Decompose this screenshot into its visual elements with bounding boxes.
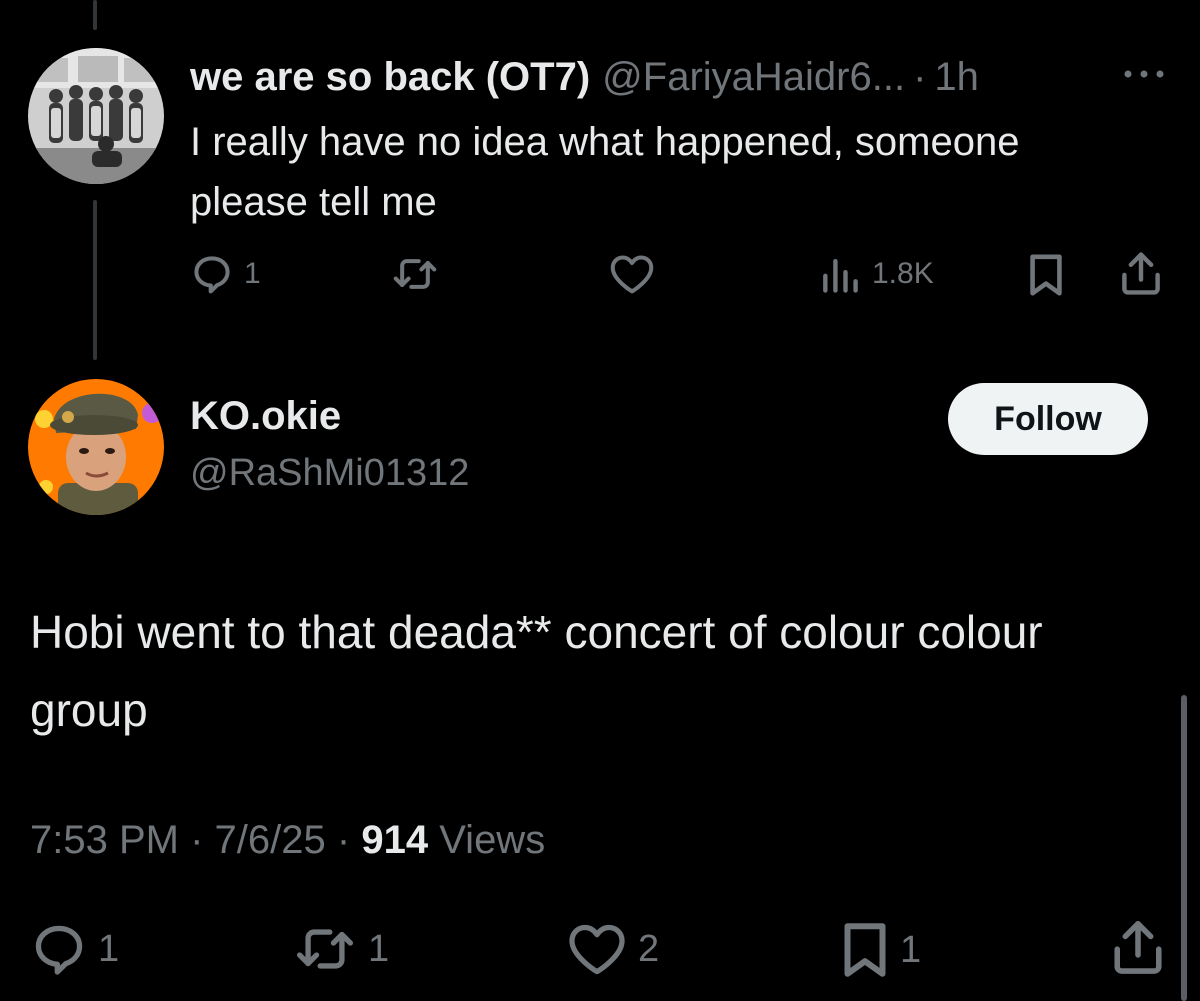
parent-display-name[interactable]: we are so back (OT7) xyxy=(190,55,590,100)
main-display-name[interactable]: KO.okie xyxy=(190,394,341,439)
parent-views-button[interactable]: 1.8K xyxy=(818,252,934,296)
parent-reply-count: 1 xyxy=(244,257,261,290)
heart-icon xyxy=(610,255,654,294)
parent-separator: · xyxy=(913,54,927,99)
share-icon xyxy=(1114,921,1162,974)
like-count: 2 xyxy=(638,927,660,970)
thread-line-connector xyxy=(93,200,97,360)
tweet-metadata: 7:53 PM · 7/6/25 · 914 Views xyxy=(30,818,545,863)
share-button[interactable] xyxy=(1110,918,1166,978)
views-label[interactable]: Views xyxy=(439,818,545,862)
bookmark-count: 1 xyxy=(900,928,922,971)
parent-handle[interactable]: @FariyaHaidr6... xyxy=(602,55,905,100)
parent-like-button[interactable] xyxy=(608,252,666,296)
main-tweet-text: Hobi went to that deada** concert of col… xyxy=(30,606,1043,736)
parent-time[interactable]: 1h xyxy=(934,55,979,100)
reply-count: 1 xyxy=(98,927,120,970)
share-icon xyxy=(1122,252,1160,295)
follow-button[interactable]: Follow xyxy=(948,383,1148,455)
parent-tweet-text: I really have no idea what happened, som… xyxy=(190,120,1020,224)
tweet-date[interactable]: 7/6/25 xyxy=(215,818,326,862)
bookmark-button[interactable]: 1 xyxy=(840,920,921,980)
views-count[interactable]: 914 xyxy=(361,818,428,862)
tweet-detail-view: we are so back (OT7) @FariyaHaidr6... · … xyxy=(0,0,1200,1001)
meta-separator-2: · xyxy=(336,818,351,862)
parent-tweet-header: we are so back (OT7) @FariyaHaidr6... · … xyxy=(190,52,979,102)
like-button[interactable]: 2 xyxy=(566,920,659,978)
main-avatar[interactable] xyxy=(28,379,164,515)
reply-icon xyxy=(35,925,83,975)
parent-bookmark-button[interactable] xyxy=(1026,252,1066,298)
retweet-count: 1 xyxy=(368,927,390,970)
bookmark-icon xyxy=(844,923,886,977)
parent-reply-button[interactable]: 1 xyxy=(190,252,261,296)
thread-line-top xyxy=(93,0,97,30)
retweet-icon xyxy=(296,929,354,969)
reply-button[interactable]: 1 xyxy=(30,920,119,978)
meta-separator-1: · xyxy=(190,818,204,862)
retweet-button[interactable]: 1 xyxy=(292,920,389,978)
group-photo-avatar-image xyxy=(28,48,164,184)
heart-icon xyxy=(569,924,625,975)
bookmark-icon xyxy=(1030,254,1062,296)
more-horizontal-icon[interactable] xyxy=(1122,66,1166,82)
parent-avatar[interactable] xyxy=(28,48,164,184)
scrollbar[interactable] xyxy=(1181,695,1187,1001)
main-handle[interactable]: @RaShMi01312 xyxy=(190,452,469,495)
soldier-avatar-image xyxy=(28,379,164,515)
retweet-icon xyxy=(393,259,437,289)
tweet-time[interactable]: 7:53 PM xyxy=(30,818,179,862)
parent-views-count: 1.8K xyxy=(872,257,934,290)
parent-share-button[interactable] xyxy=(1118,250,1164,298)
reply-icon xyxy=(194,256,230,294)
views-bar-chart-icon xyxy=(823,258,858,293)
parent-retweet-button[interactable] xyxy=(390,252,450,296)
